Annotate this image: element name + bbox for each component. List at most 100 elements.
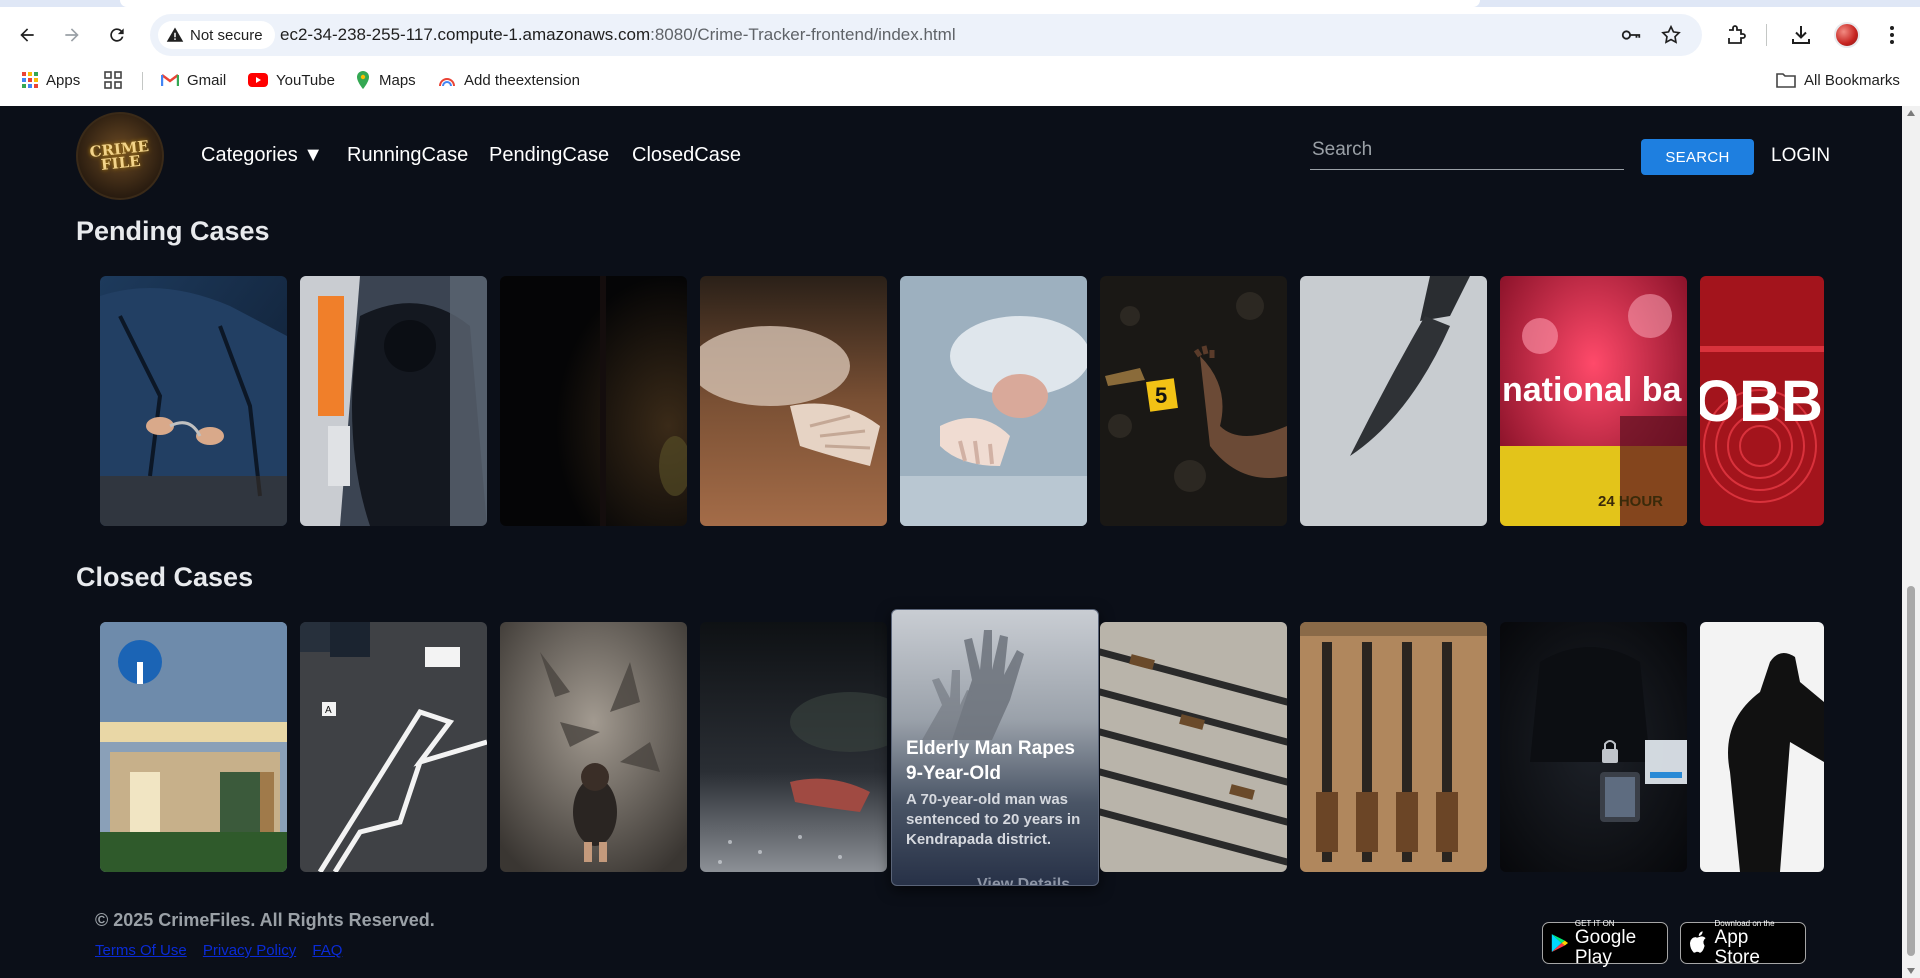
search-button[interactable]: SEARCH [1641,139,1754,175]
apps-grid-icon [22,72,38,88]
bookmark-label: Maps [379,71,416,89]
logo-text: CRIME FILE [88,136,150,174]
forward-button[interactable] [57,20,87,50]
sign-hours: 24 HOUR [1598,493,1663,510]
app-store-big-text: App Store [1714,926,1760,968]
active-tab[interactable] [120,0,1480,7]
privacy-link[interactable]: Privacy Policy [203,942,296,959]
overlay-text: OBB [1700,369,1823,434]
pending-case-card[interactable] [300,276,487,526]
scroll-up-arrow-icon[interactable] [1907,110,1915,116]
featured-case-description: A 70-year-old man was sentenced to 20 ye… [906,791,1081,848]
bookmark-label: YouTube [276,71,335,89]
address-bar[interactable]: Not secure ec2-34-238-255-117.compute-1.… [150,14,1702,56]
lifeless-hand-image [700,276,887,526]
hacker-phone-lock-image [1500,622,1687,872]
sign-text: national ba [1502,371,1683,409]
pending-case-card[interactable] [700,276,887,526]
scrollbar-thumb[interactable] [1907,586,1915,956]
extensions-icon[interactable] [1724,23,1748,47]
star-icon[interactable] [1660,24,1682,46]
man-silhouette-image [1700,622,1824,872]
pending-case-card[interactable] [100,276,287,526]
apple-icon [1689,931,1706,953]
gmail-icon [161,74,179,86]
google-play-icon [1551,934,1569,952]
reload-button[interactable] [102,20,132,50]
handcuffed-suspect-image [100,276,287,526]
bookmark-youtube[interactable]: YouTube [248,68,335,92]
tab-groups-icon [104,71,122,89]
bookmark-divider [142,72,143,90]
bookmarks-bar: Apps Gmail YouTube Maps Add theextension… [0,64,1920,96]
seized-rifles-image [1100,622,1287,872]
child-shadow-hands-image [500,622,687,872]
url-text[interactable]: ec2-34-238-255-117.compute-1.amazonaws.c… [280,25,956,45]
closed-case-card[interactable] [1500,622,1687,872]
profile-avatar[interactable] [1834,22,1860,48]
bookmark-extension[interactable]: Add theextension [438,68,580,92]
site-navbar: CRIME FILE Categories ▼ RunningCase Pend… [0,106,1902,202]
rifles-on-wall-image [1300,622,1487,872]
pending-case-card[interactable] [500,276,687,526]
bookmark-gmail[interactable]: Gmail [161,68,226,92]
view-details-link[interactable]: View Details [977,876,1070,885]
nav-running-case[interactable]: RunningCase [347,144,468,167]
arrow-left-icon [20,28,34,42]
closed-case-card[interactable] [1100,622,1287,872]
search-input[interactable] [1310,134,1624,170]
pending-case-card[interactable] [1300,276,1487,526]
crime-scene-evidence-image: 5 [1100,276,1287,526]
footer-links: Terms Of Use Privacy Policy FAQ [95,942,354,959]
closed-case-card[interactable] [1300,622,1487,872]
google-play-badge[interactable]: GET IT ON Google Play [1542,919,1668,967]
nav-categories-dropdown[interactable]: Categories ▼ [201,144,323,167]
closed-case-card[interactable]: A [300,622,487,872]
pending-case-card[interactable]: 5 [1100,276,1287,526]
back-button[interactable] [12,20,42,50]
closed-cases-heading: Closed Cases [76,562,254,592]
app-store-badge[interactable]: Download on the App Store [1680,919,1806,967]
page-scrollbar[interactable] [1902,106,1920,978]
login-link[interactable]: LOGIN [1771,145,1830,167]
terms-link[interactable]: Terms Of Use [95,942,187,959]
key-icon[interactable] [1620,24,1642,46]
closed-case-card[interactable] [1700,622,1824,872]
arrow-right-icon [65,28,79,42]
bookmark-label: Apps [46,71,81,89]
nav-pending-case[interactable]: PendingCase [489,144,609,167]
security-chip[interactable]: Not secure [158,21,275,49]
site-logo[interactable]: CRIME FILE [76,112,164,200]
closed-case-card[interactable] [500,622,687,872]
all-bookmarks[interactable]: All Bookmarks [1776,68,1900,92]
pending-case-card[interactable] [900,276,1087,526]
pending-case-card[interactable]: national ba 24 HOUR [1500,276,1687,526]
scroll-down-arrow-icon[interactable] [1907,968,1915,974]
bookmark-maps[interactable]: Maps [355,68,416,92]
footer-copyright: © 2025 CrimeFiles. All Rights Reserved. [95,910,435,930]
page-viewport: CRIME FILE Categories ▼ RunningCase Pend… [0,106,1902,978]
youtube-icon [248,73,268,87]
download-icon[interactable] [1789,23,1813,47]
dark-shadow-image [500,276,687,526]
national-bank-atm-image: national ba 24 HOUR [1500,276,1687,526]
browser-chrome: Not secure ec2-34-238-255-117.compute-1.… [0,0,1920,106]
pending-case-card[interactable]: OBB [1700,276,1824,526]
reload-icon [110,28,124,42]
url-host: ec2-34-238-255-117.compute-1.amazonaws.c… [280,25,651,44]
closed-case-card[interactable] [100,622,287,872]
tab-strip [0,0,1920,7]
svg-text:5: 5 [1155,383,1167,408]
closed-case-card[interactable] [700,622,887,872]
sbi-bank-branch-image [100,622,287,872]
bookmark-apps[interactable]: Apps [22,68,80,92]
google-play-big-text: Google Play [1574,926,1637,968]
toolbar-divider [1766,24,1767,46]
faq-link[interactable]: FAQ [312,942,342,959]
featured-case-card[interactable]: Elderly Man Rapes 9-Year-Old A 70-year-o… [891,609,1099,886]
victim-on-floor-image [900,276,1087,526]
nav-closed-case[interactable]: ClosedCase [632,144,741,167]
all-bookmarks-label: All Bookmarks [1804,71,1900,89]
kebab-menu-icon[interactable] [1880,23,1904,47]
bookmark-tab-groups[interactable] [104,68,122,92]
